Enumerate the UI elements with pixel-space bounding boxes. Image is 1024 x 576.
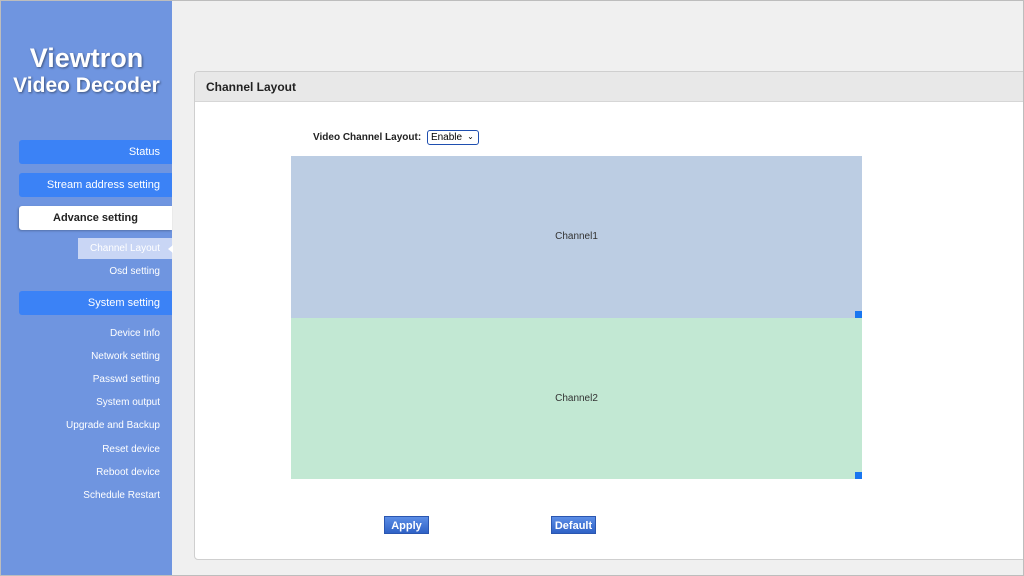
sidebar-item-system-output[interactable]: System output [96, 397, 160, 408]
sidebar-item-network-setting[interactable]: Network setting [91, 351, 160, 362]
brand-product: Video Decoder [13, 74, 160, 97]
resize-handle-icon[interactable] [855, 311, 862, 318]
nav-system-setting-button[interactable]: System setting [19, 291, 172, 315]
channel-layout-panel: Channel Layout Video Channel Layout: Ena… [194, 71, 1023, 560]
layout-select[interactable]: Enable ⌄ [426, 130, 479, 145]
channel-1-region[interactable]: Channel1 [291, 156, 862, 318]
resize-handle-icon[interactable] [855, 472, 862, 479]
sidebar-item-reset-device[interactable]: Reset device [102, 444, 160, 455]
apply-button[interactable]: Apply [384, 516, 429, 534]
nav-status-button[interactable]: Status [19, 140, 172, 164]
channel-1-label: Channel1 [555, 231, 598, 242]
sidebar-item-channel-layout[interactable]: Channel Layout [78, 238, 173, 259]
channel-2-label: Channel2 [555, 393, 598, 404]
layout-select-value: Enable [430, 132, 463, 143]
sidebar-item-upgrade-backup[interactable]: Upgrade and Backup [66, 420, 160, 431]
chevron-down-icon: ⌄ [467, 132, 474, 141]
brand-logo: Viewtron Video Decoder [1, 43, 172, 97]
sidebar-item-osd-setting[interactable]: Osd setting [109, 266, 160, 277]
brand-name: Viewtron [29, 43, 144, 73]
sidebar-item-passwd-setting[interactable]: Passwd setting [93, 374, 160, 385]
default-button[interactable]: Default [551, 516, 596, 534]
sidebar-item-reboot-device[interactable]: Reboot device [96, 467, 160, 478]
channel-2-region[interactable]: Channel2 [291, 318, 862, 479]
sidebar-item-schedule-restart[interactable]: Schedule Restart [83, 490, 160, 501]
nav-stream-address-button[interactable]: Stream address setting [19, 173, 172, 197]
sidebar-item-device-info[interactable]: Device Info [110, 328, 160, 339]
sidebar-item-label: Channel Layout [89, 243, 161, 254]
layout-label: Video Channel Layout: [313, 132, 422, 144]
sidebar: Viewtron Video Decoder Status Stream add… [1, 1, 173, 575]
layout-setting-row: Video Channel Layout: Enable ⌄ [313, 130, 479, 145]
caret-left-icon [168, 245, 173, 253]
nav-advance-setting-button[interactable]: Advance setting [19, 206, 172, 230]
panel-header: Channel Layout [195, 72, 1023, 102]
page-title: Channel Layout [206, 80, 297, 94]
app-window: Viewtron Video Decoder Status Stream add… [0, 0, 1024, 576]
